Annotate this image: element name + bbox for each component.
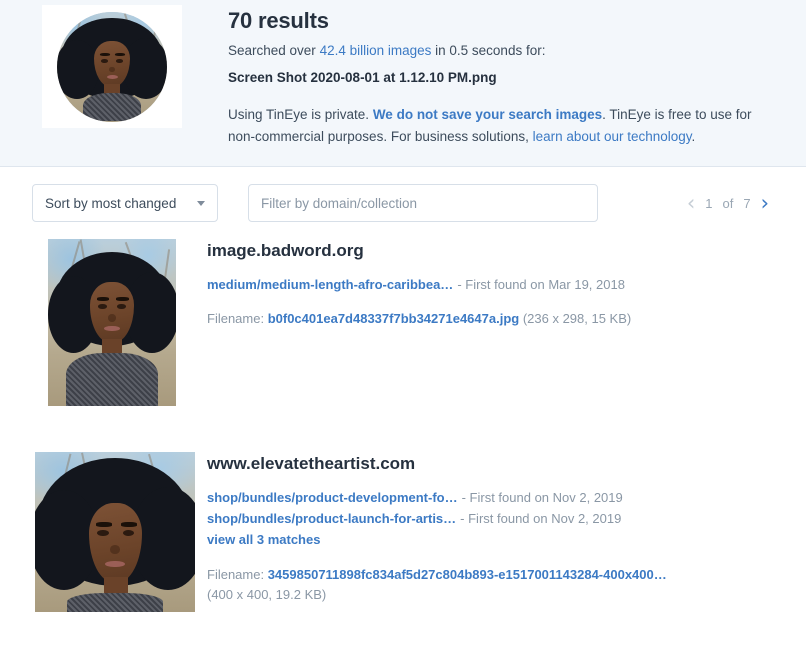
previous-page-icon[interactable]: ‹ [687,192,695,214]
query-filename: Screen Shot 2020-08-01 at 1.12.10 PM.png [228,69,497,85]
pagination: ‹ 1 of 7 › [687,192,774,214]
result-thumbnail[interactable] [48,239,176,406]
result-filename-line: Filename: b0f0c401ea7d48337f7bb34271e464… [207,309,727,329]
result-dimensions: (236 x 298, 15 KB) [519,311,632,327]
sort-dropdown-label: Sort by most changed [45,195,177,211]
result-match-path[interactable]: medium/medium-length-afro-caribbea… [207,277,453,292]
result-dimensions: (400 x 400, 19.2 KB) [207,586,327,602]
privacy-prefix: Using TinEye is private. [228,106,373,122]
result-match-row: medium/medium-length-afro-caribbea… - Fir… [207,274,774,295]
result-match-row: shop/bundles/product-launch-for-artis… - … [207,508,774,529]
result-filename-link[interactable]: b0f0c401ea7d48337f7bb34271e4647a.jpg [268,311,520,326]
result-match-row: shop/bundles/product-development-fo… - Fi… [207,487,774,508]
chevron-down-icon [197,200,205,206]
next-page-icon[interactable]: › [761,192,769,214]
portrait-illustration [57,11,167,122]
no-save-images-link[interactable]: We do not save your search images [373,107,602,122]
result-first-found: - First found on Nov 2, 2019 [460,511,622,527]
result-filename-link[interactable]: 3459850711898fc834af5d27c804b893-e151700… [268,567,667,582]
result-details: www.elevatetheartist.com shop/bundles/pr… [207,452,774,605]
searched-suffix: in 0.5 seconds for: [431,43,546,59]
query-image-thumbnail[interactable] [57,11,167,122]
searched-over-line: Searched over 42.4 billion images in 0.5… [228,42,773,60]
result-match-path[interactable]: shop/bundles/product-development-fo… [207,490,458,505]
result-domain[interactable]: image.badword.org [207,241,774,261]
sort-dropdown[interactable]: Sort by most changed [32,184,218,222]
result-item: image.badword.org medium/medium-length-a… [32,239,774,406]
result-thumbnail-wrap [32,239,207,406]
searched-prefix: Searched over [228,43,320,59]
filename-label: Filename: [207,566,268,582]
portrait-illustration [35,452,195,612]
results-list: image.badword.org medium/medium-length-a… [0,239,806,612]
filter-input[interactable] [248,184,598,222]
privacy-suffix: . [691,128,696,144]
results-count: 70 results [228,8,329,33]
learn-technology-link[interactable]: learn about our technology [533,129,692,144]
result-first-found: - First found on Mar 19, 2018 [457,277,625,293]
result-match-path[interactable]: shop/bundles/product-launch-for-artis… [207,511,456,526]
pagination-of-label: of [722,195,734,211]
result-domain[interactable]: www.elevatetheartist.com [207,454,774,474]
results-toolbar: Sort by most changed ‹ 1 of 7 › [0,167,806,239]
filename-label: Filename: [207,311,268,327]
search-summary-text: 70 results Searched over 42.4 billion im… [228,8,773,147]
billion-images-link[interactable]: 42.4 billion images [320,43,432,58]
result-details: image.badword.org medium/medium-length-a… [207,239,774,330]
current-page-number: 1 [705,195,713,211]
result-filename-line: Filename: 3459850711898fc834af5d27c804b8… [207,565,727,605]
result-item: www.elevatetheartist.com shop/bundles/pr… [32,452,774,612]
result-thumbnail[interactable] [35,452,195,612]
result-first-found: - First found on Nov 2, 2019 [461,490,623,506]
view-all-matches-link[interactable]: view all 3 matches [207,529,320,550]
query-image-card [42,5,182,128]
search-summary-panel: 70 results Searched over 42.4 billion im… [0,0,806,167]
result-thumbnail-wrap [32,452,207,612]
privacy-notice: Using TinEye is private. We do not save … [228,104,773,148]
portrait-illustration [48,239,176,406]
total-pages-number: 7 [743,195,751,211]
